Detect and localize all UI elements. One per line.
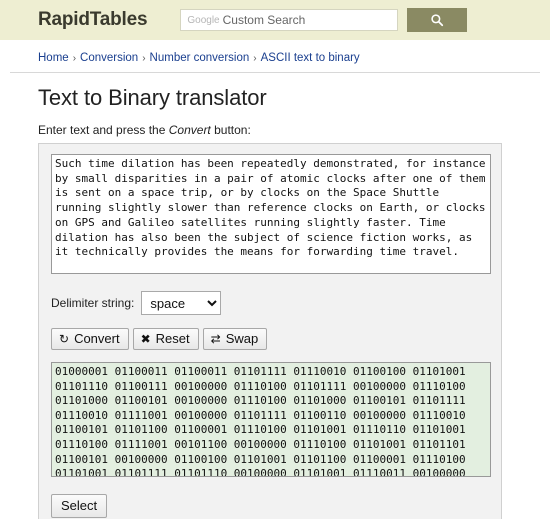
reset-button-label: Reset xyxy=(155,331,190,346)
search-placeholder-brand: Google xyxy=(187,14,220,26)
binary-output-textarea[interactable] xyxy=(51,362,491,477)
search-placeholder-text: Custom Search xyxy=(222,13,306,27)
page-root: RapidTables Google Custom Search Home › Co… xyxy=(0,0,550,519)
text-input-textarea[interactable] xyxy=(51,154,491,274)
breadcrumb: Home › Conversion › Number conversion › ASCII … xyxy=(0,40,550,72)
swap-button-label: Swap xyxy=(225,331,259,346)
close-x-icon: ✖ xyxy=(140,331,151,346)
breadcrumb-item-conversion[interactable]: Conversion xyxy=(80,52,138,64)
main-content: Text to Binary translator Enter text and… xyxy=(0,85,550,519)
search-button[interactable] xyxy=(407,8,468,32)
delimiter-label: Delimiter string: xyxy=(51,296,135,310)
converter-panel: Delimiter string: space ↻ Convert ✖ Rese… xyxy=(38,143,502,519)
breadcrumb-item-home[interactable]: Home xyxy=(38,52,69,64)
swap-arrows-icon: ⇄ xyxy=(210,331,221,346)
convert-button-label: Convert xyxy=(74,331,120,346)
search-input[interactable]: Google Custom Search xyxy=(180,9,399,31)
select-button[interactable]: Select xyxy=(51,494,108,518)
search-icon xyxy=(430,13,444,27)
search-area: Google Custom Search xyxy=(180,8,468,32)
output-area-wrap xyxy=(51,362,491,482)
site-header: RapidTables Google Custom Search xyxy=(0,0,550,40)
page-title: Text to Binary translator xyxy=(38,85,267,110)
delimiter-row: Delimiter string: space xyxy=(51,291,491,315)
swap-button[interactable]: ⇄ Swap xyxy=(202,328,268,350)
instruction-text: Enter text and press the Convert button: xyxy=(38,123,550,137)
reset-button[interactable]: ✖ Reset xyxy=(132,328,199,350)
breadcrumb-separator: › xyxy=(72,53,77,64)
breadcrumb-item-current: ASCII text to binary xyxy=(260,52,360,64)
input-area-wrap xyxy=(51,154,491,279)
instruction-prefix: Enter text and press the xyxy=(38,123,169,137)
delimiter-select[interactable]: space xyxy=(141,291,222,315)
breadcrumb-item-number-conversion[interactable]: Number conversion xyxy=(150,52,250,64)
convert-button[interactable]: ↻ Convert xyxy=(51,328,129,350)
site-logo[interactable]: RapidTables xyxy=(38,9,148,31)
breadcrumb-separator: › xyxy=(142,53,146,64)
header-divider xyxy=(10,72,540,73)
action-button-row: ↻ Convert ✖ Reset ⇄ Swap xyxy=(51,328,491,350)
instruction-suffix: button: xyxy=(210,123,251,137)
instruction-emphasis: Convert xyxy=(168,123,211,137)
breadcrumb-separator: › xyxy=(253,53,257,64)
refresh-icon: ↻ xyxy=(59,331,70,346)
